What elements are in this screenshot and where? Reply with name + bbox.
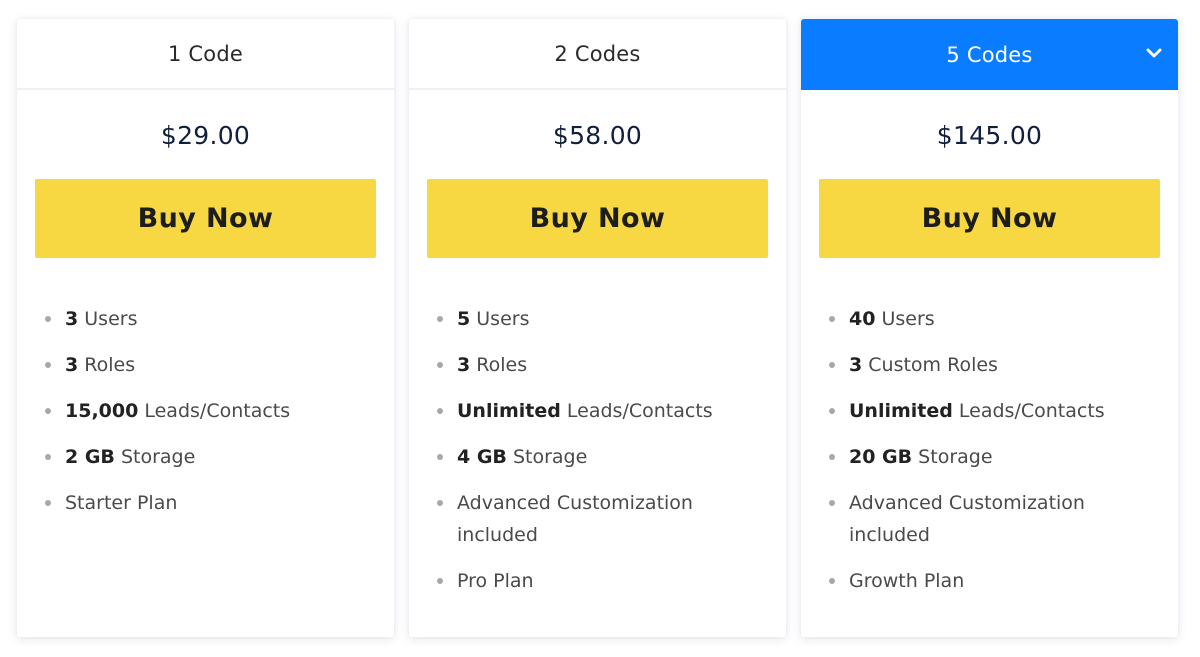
feature-label: Growth Plan [849, 570, 965, 592]
feature-item: 5 Users [437, 303, 757, 335]
feature-item: Advanced Customization included [437, 487, 717, 551]
feature-list: 5 Users 3 Roles Unlimited Leads/Contacts… [437, 303, 786, 597]
feature-label: Storage [506, 446, 588, 468]
plan-card-2-codes: 2 Codes $58.00 Buy Now 5 Users 3 Roles U… [409, 19, 786, 637]
feature-label: Roles [470, 354, 528, 376]
feature-item: 3 Roles [437, 349, 757, 381]
plan-title: 1 Code [168, 41, 243, 66]
feature-item: Advanced Customization included [829, 487, 1109, 551]
feature-label: Advanced Customization included [849, 492, 1085, 546]
feature-label: Users [470, 308, 530, 330]
feature-item: 3 Users [45, 303, 365, 335]
feature-value: 2 GB [65, 446, 115, 468]
plan-header[interactable]: 5 Codes [801, 19, 1178, 90]
feature-item: 40 Users [829, 303, 1149, 335]
buy-now-button[interactable]: Buy Now [427, 179, 768, 258]
feature-item: Growth Plan [829, 565, 1149, 597]
feature-value: 5 [457, 308, 471, 330]
feature-label: Advanced Customization included [457, 492, 693, 546]
feature-label: Users [875, 308, 935, 330]
feature-value: Unlimited [457, 400, 561, 422]
feature-label: Users [78, 308, 138, 330]
buy-now-button[interactable]: Buy Now [819, 179, 1160, 258]
feature-value: 40 [849, 308, 876, 330]
feature-item: Unlimited Leads/Contacts [829, 395, 1149, 427]
feature-value: Unlimited [849, 400, 953, 422]
plan-header[interactable]: 2 Codes [409, 19, 786, 90]
feature-label: Pro Plan [457, 570, 534, 592]
plan-price: $29.00 [160, 121, 251, 150]
feature-value: 3 [849, 354, 863, 376]
feature-item: 3 Custom Roles [829, 349, 1149, 381]
feature-label: Leads/Contacts [138, 400, 291, 422]
plan-card-5-codes: 5 Codes $145.00 Buy Now 40 Users 3 Custo… [801, 19, 1178, 637]
feature-value: 3 [457, 354, 471, 376]
feature-item: Pro Plan [437, 565, 757, 597]
feature-label: Roles [78, 354, 136, 376]
plan-card-1-code: 1 Code $29.00 Buy Now 3 Users 3 Roles 15… [17, 19, 394, 637]
feature-item: Starter Plan [45, 487, 365, 519]
feature-item: 15,000 Leads/Contacts [45, 395, 365, 427]
plan-price: $58.00 [552, 121, 643, 150]
chevron-down-icon[interactable] [1144, 43, 1164, 63]
feature-value: 4 GB [457, 446, 507, 468]
feature-item: 4 GB Storage [437, 441, 757, 473]
feature-label: Starter Plan [65, 492, 178, 514]
feature-item: 2 GB Storage [45, 441, 365, 473]
feature-value: 3 [65, 308, 79, 330]
feature-value: 15,000 [65, 400, 139, 422]
plan-title: 5 Codes [946, 42, 1033, 67]
plan-header[interactable]: 1 Code [17, 19, 394, 90]
feature-value: 3 [65, 354, 79, 376]
feature-item: Unlimited Leads/Contacts [437, 395, 757, 427]
feature-label: Leads/Contacts [952, 400, 1105, 422]
feature-label: Leads/Contacts [560, 400, 713, 422]
feature-item: 3 Roles [45, 349, 365, 381]
buy-now-button[interactable]: Buy Now [35, 179, 376, 258]
plan-title: 2 Codes [554, 41, 641, 66]
feature-label: Storage [912, 446, 993, 468]
feature-label: Custom Roles [862, 354, 998, 376]
feature-list: 3 Users 3 Roles 15,000 Leads/Contacts 2 … [45, 303, 394, 519]
plan-price: $145.00 [936, 121, 1043, 150]
feature-list: 40 Users 3 Custom Roles Unlimited Leads/… [829, 303, 1178, 597]
feature-label: Storage [114, 446, 196, 468]
feature-item: 20 GB Storage [829, 441, 1149, 473]
feature-value: 20 GB [849, 446, 913, 468]
